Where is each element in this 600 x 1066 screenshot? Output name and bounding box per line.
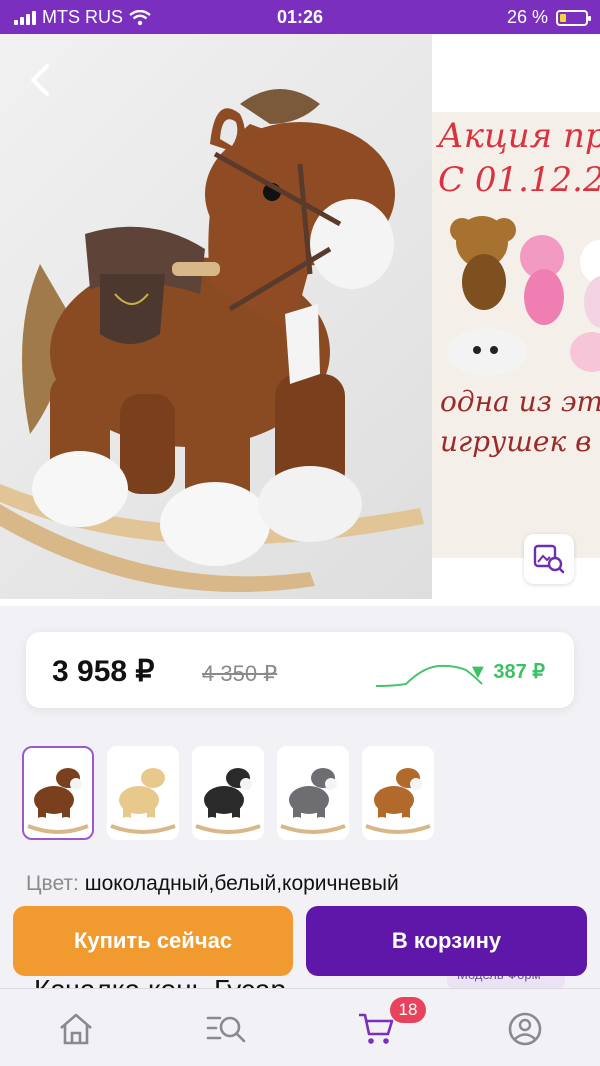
add-to-cart-button[interactable]: В корзину [306, 906, 587, 976]
status-right: 26 % [506, 7, 591, 28]
product-gallery[interactable]: Акция пр С 01.12.2 одна из эти игрушек в [0, 34, 600, 606]
tab-catalog[interactable] [206, 1009, 246, 1049]
color-line: Цвет: шоколадный,белый,коричневый [26, 872, 399, 896]
color-value: шоколадный,белый,коричневый [84, 872, 399, 895]
visual-search-icon [533, 544, 565, 574]
battery-icon [556, 9, 591, 26]
home-icon [60, 1013, 92, 1045]
plush-toys-image [447, 216, 600, 376]
promo-banner-photo[interactable]: Акция пр С 01.12.2 одна из эти игрушек в [432, 112, 600, 558]
tab-home[interactable] [56, 1009, 96, 1049]
price-card[interactable]: 3 958 ₽ 4 350 ₽ ▼ 387 ₽ [26, 632, 574, 708]
thumbnail-horse-image [280, 768, 346, 834]
current-price: 3 958 ₽ [52, 655, 155, 688]
catalog-search-icon [206, 1016, 246, 1043]
promo-title-line1: Акция пр [438, 116, 600, 156]
color-thumbnails [22, 746, 434, 840]
thumbnail-horse-image [27, 768, 89, 834]
tab-profile[interactable] [505, 1009, 545, 1049]
favorite-button[interactable] [458, 58, 502, 102]
status-bar: MTS RUS 01:26 26 % [0, 0, 600, 34]
share-icon [547, 63, 573, 97]
promo-bottom-line2: игрушек в [440, 425, 592, 458]
buy-now-button[interactable]: Купить сейчас [13, 906, 293, 976]
promo-title-line2: С 01.12.2 [438, 160, 600, 200]
thumbnail-horse-image [365, 768, 431, 834]
thumbnail-beige[interactable] [107, 746, 179, 840]
price-drop-value: 387 ₽ [493, 661, 546, 683]
battery-fill [560, 13, 566, 22]
battery-percent: 26 % [506, 7, 548, 27]
thumbnail-black[interactable] [192, 746, 264, 840]
profile-icon [508, 1012, 542, 1046]
share-button[interactable] [538, 58, 582, 102]
cart-count-badge: 18 [390, 997, 426, 1023]
down-triangle-icon: ▼ [468, 661, 488, 683]
promo-bottom-line1: одна из эти [440, 385, 600, 418]
thumbnail-chocolate[interactable] [22, 746, 94, 840]
thumbnail-grey[interactable] [277, 746, 349, 840]
price-drop: ▼ 387 ₽ [468, 659, 545, 684]
promo-bottom-text: одна из эти игрушек в [440, 382, 600, 462]
back-button[interactable] [18, 58, 62, 102]
old-price: 4 350 ₽ [202, 661, 278, 686]
thumbnail-horse-image [195, 768, 261, 834]
promo-title: Акция пр С 01.12.2 [438, 114, 600, 202]
heart-icon [461, 63, 499, 96]
product-main-photo[interactable] [0, 34, 432, 599]
color-label: Цвет: [26, 872, 79, 895]
cart-icon [359, 1013, 394, 1044]
visual-search-button[interactable] [524, 534, 574, 584]
tab-bar: 18 [0, 988, 600, 1066]
rocking-horse-image [0, 89, 424, 593]
thumbnail-brown[interactable] [362, 746, 434, 840]
back-icon [31, 64, 49, 96]
thumbnail-horse-image [110, 768, 176, 834]
